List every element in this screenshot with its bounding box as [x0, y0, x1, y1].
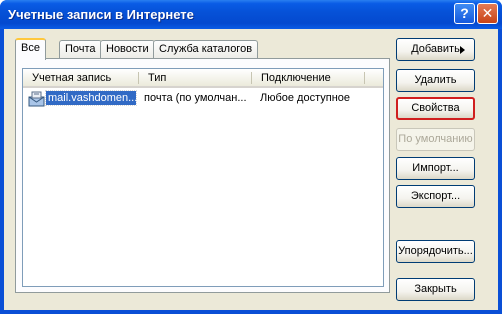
account-type: почта (по умолчан... — [144, 92, 247, 104]
tab-all[interactable]: Все — [15, 38, 46, 60]
tab-label: Почта — [65, 43, 96, 55]
import-button[interactable]: Импорт... — [396, 157, 475, 180]
dialog-body: Все Почта Новости Служба каталогов Учетн… — [4, 29, 498, 310]
chevron-right-icon — [460, 46, 465, 54]
add-button-label: Добавить — [411, 43, 460, 55]
account-connection: Любое доступное — [260, 92, 351, 104]
column-header-type[interactable]: Тип — [139, 69, 251, 86]
close-button[interactable]: Закрыть — [396, 278, 475, 301]
account-name: mail.vashdomen.... — [45, 90, 137, 106]
tab-label: Новости — [106, 43, 149, 55]
accounts-dialog: Учетные записи в Интернете ? ✕ Все Почта… — [0, 0, 502, 314]
properties-button[interactable]: Свойства — [396, 97, 475, 120]
tab-label: Все — [21, 42, 40, 54]
help-button[interactable]: ? — [454, 3, 475, 24]
export-button[interactable]: Экспорт... — [396, 185, 475, 208]
column-header-connection[interactable]: Подключение — [252, 69, 364, 86]
tab-news[interactable]: Новости — [100, 40, 155, 59]
title-bar[interactable]: Учетные записи в Интернете ? ✕ — [0, 0, 502, 29]
list-item[interactable]: mail.vashdomen.... почта (по умолчан... … — [23, 90, 383, 108]
set-default-button[interactable]: По умолчанию — [396, 128, 475, 151]
add-button[interactable]: Добавить — [396, 38, 475, 61]
set-order-button[interactable]: Упорядочить... — [396, 240, 475, 263]
tab-mail[interactable]: Почта — [59, 40, 102, 59]
list-header: Учетная запись Тип Подключение — [23, 69, 383, 88]
accounts-list[interactable]: Учетная запись Тип Подключение mail.vash… — [22, 68, 384, 287]
tab-label: Служба каталогов — [159, 43, 253, 55]
close-window-button[interactable]: ✕ — [477, 3, 498, 24]
mail-account-icon — [28, 91, 45, 107]
remove-button[interactable]: Удалить — [396, 69, 475, 92]
column-divider[interactable] — [364, 72, 365, 84]
tab-panel: Учетная запись Тип Подключение mail.vash… — [15, 58, 390, 293]
tab-directory-service[interactable]: Служба каталогов — [153, 40, 259, 59]
column-header-account[interactable]: Учетная запись — [23, 69, 138, 86]
window-title: Учетные записи в Интернете — [8, 7, 194, 22]
